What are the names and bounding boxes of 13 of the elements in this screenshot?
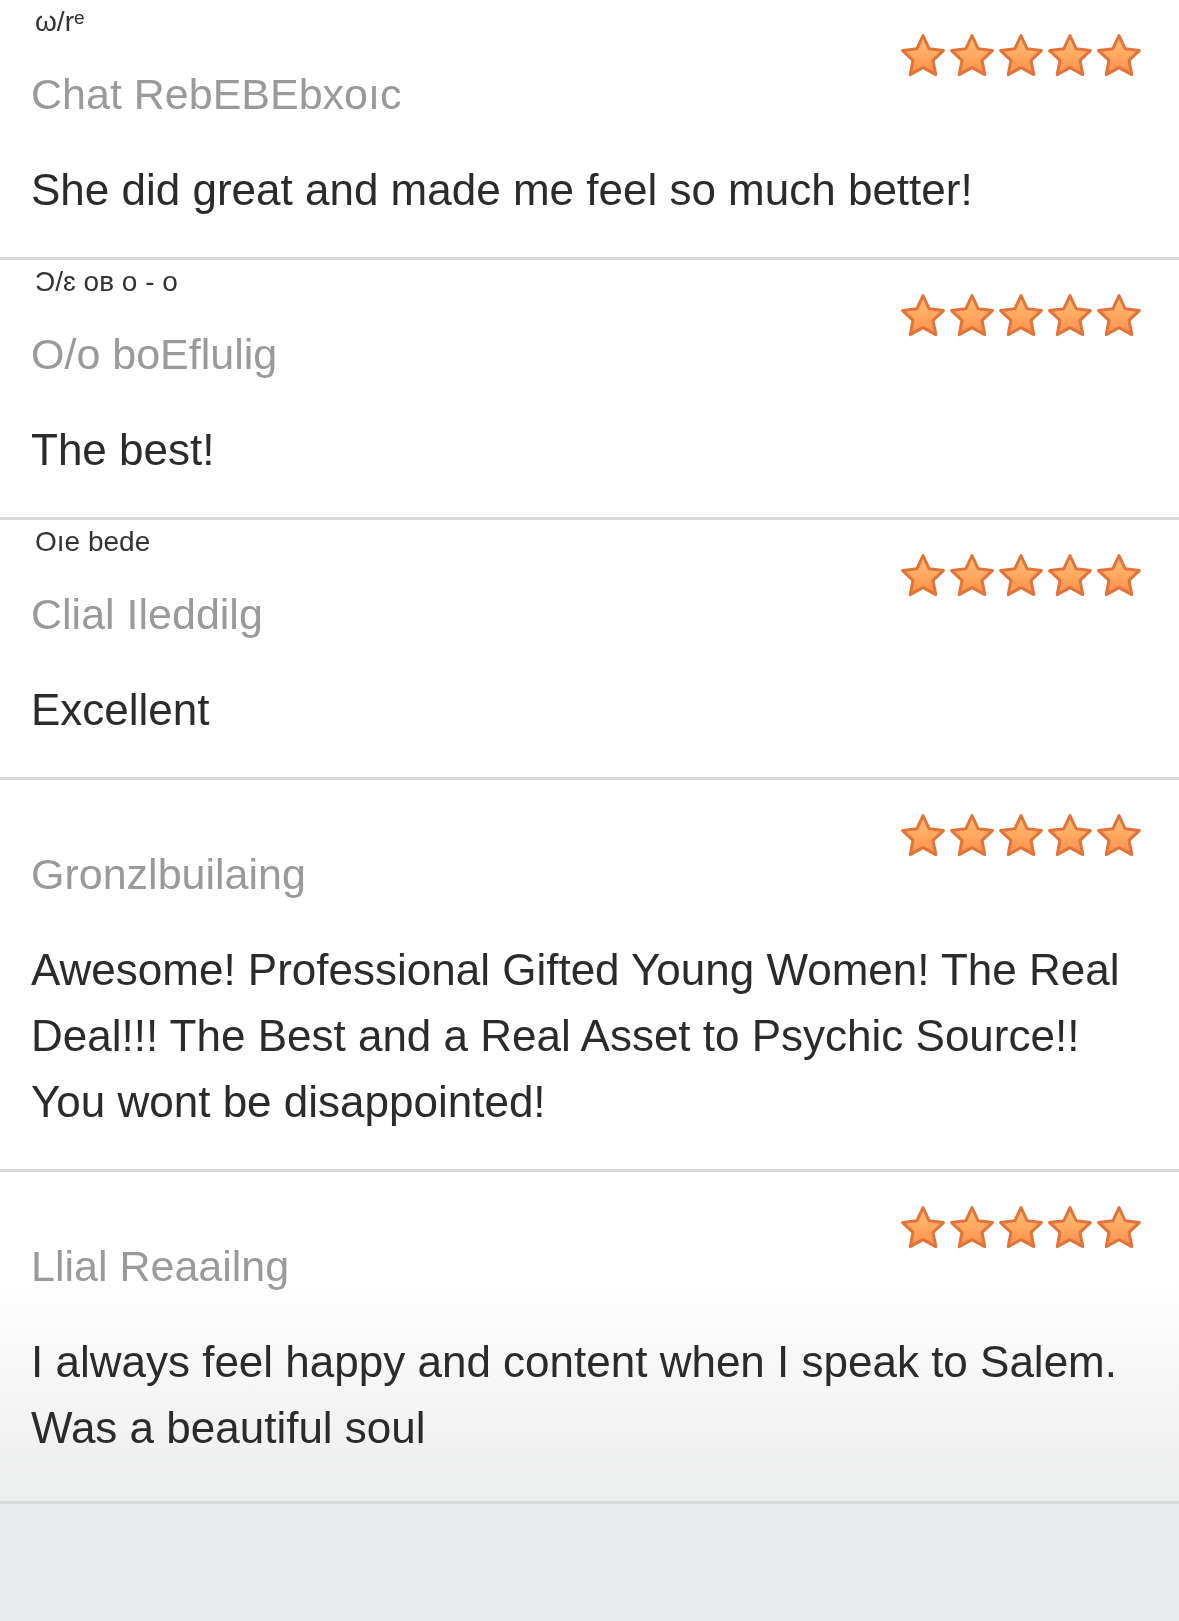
reviewer-name: Ͻ/ɛ oв o - o <box>34 266 179 299</box>
review-text: She did great and made me feel so much better! <box>31 164 974 216</box>
reviewer-name: ω/rᵉ <box>34 6 86 39</box>
review-text: Excellent <box>31 684 211 736</box>
review-text: Awesome! Professional Gifted Young Women! The Real Deal!!! The Best and a Real Asset to Psychic Source!! You wont be disappointed! <box>31 944 1121 1128</box>
reading-type: O/o boEflulig <box>31 330 278 379</box>
reading-type: Gronzlbuilaing <box>31 850 306 899</box>
reading-type: Llial Reaailng <box>31 1242 290 1291</box>
reviewer-name: Oıe bede <box>34 526 152 559</box>
reading-type: Chat RebEBEbxoıc <box>31 70 402 119</box>
review-text: I always feel happy and content when I speak to Salem. Was a beautiful soul <box>31 1336 1118 1454</box>
reading-type: Clial Ileddilg <box>31 590 263 639</box>
review-text: The best! <box>31 424 216 476</box>
